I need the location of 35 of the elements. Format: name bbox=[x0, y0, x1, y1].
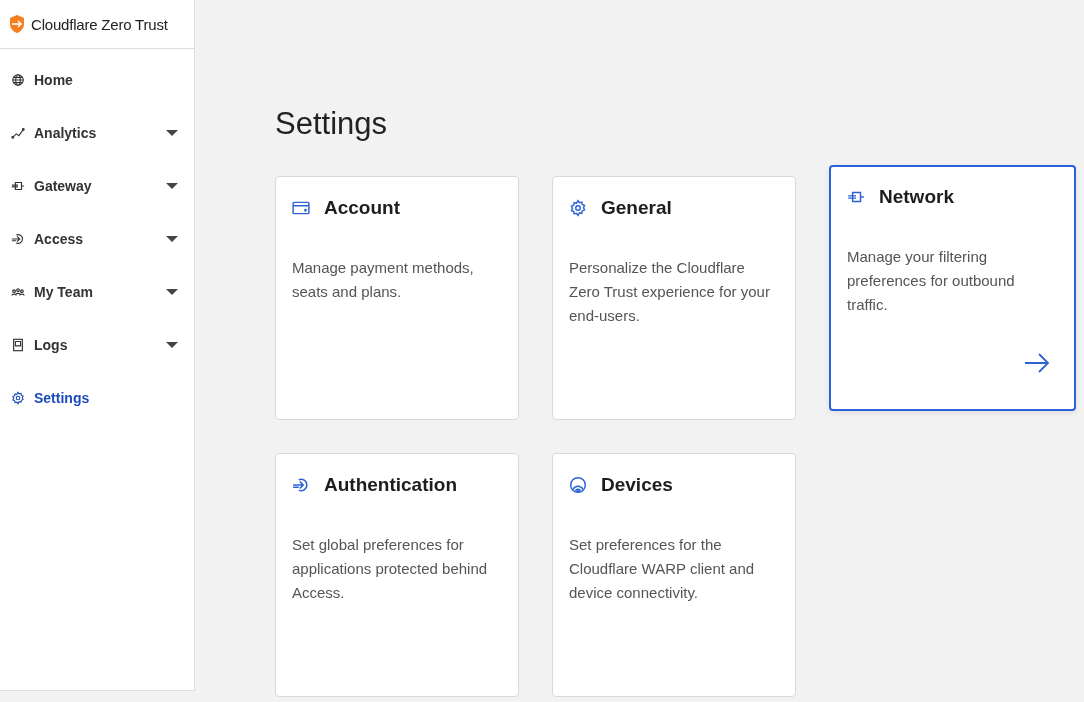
card-description: Set preferences for the Cloudflare WARP client and device connectivity. bbox=[569, 535, 756, 603]
settings-card[interactable]: Network Manage your filtering preferences for outbound traffic. bbox=[829, 165, 1076, 411]
line-chart-icon bbox=[11, 125, 25, 140]
sidebar-item[interactable]: Home bbox=[0, 53, 194, 106]
document-icon bbox=[11, 337, 25, 352]
sign-in-icon bbox=[292, 476, 310, 494]
settings-card[interactable]: General Personalize the Cloudflare Zero Trust experience for your end-users. bbox=[552, 176, 796, 420]
settings-icon bbox=[569, 199, 587, 217]
sign-in-icon bbox=[11, 231, 25, 246]
page-title: Settings bbox=[275, 106, 388, 142]
sidebar-item[interactable]: Logs bbox=[0, 318, 194, 371]
card-description: Set global preferences for applications protected behind Access. bbox=[292, 535, 489, 603]
brand-name: Cloudflare Zero Trust bbox=[31, 15, 168, 33]
card-title: Account bbox=[324, 197, 400, 219]
sidebar-item[interactable]: My Team bbox=[0, 265, 194, 318]
sidebar-item[interactable]: Settings bbox=[0, 371, 194, 424]
settings-card[interactable]: Account Manage payment methods, seats and plans. bbox=[275, 176, 519, 420]
card-title: Devices bbox=[601, 474, 673, 496]
card-description: Manage payment methods, seats and plans. bbox=[292, 258, 475, 302]
shield-logo-icon bbox=[9, 14, 25, 34]
settings-card[interactable]: Authentication Set global preferences for applications protected behind Access. bbox=[275, 453, 519, 697]
sidebar-item[interactable]: Gateway bbox=[0, 159, 194, 212]
card-description: Manage your filtering preferences for outbound traffic. bbox=[847, 247, 1016, 315]
card-description: Personalize the Cloudflare Zero Trust experience for your end-users. bbox=[569, 258, 771, 326]
sidebar-item[interactable]: Analytics bbox=[0, 106, 194, 159]
arrow-right-icon bbox=[1024, 353, 1050, 373]
credit-card-icon bbox=[292, 199, 310, 217]
card-title: General bbox=[601, 197, 672, 219]
card-title: Authentication bbox=[324, 474, 457, 496]
globe-icon bbox=[11, 72, 25, 87]
signal-rings-icon bbox=[569, 476, 587, 494]
card-title: Network bbox=[879, 186, 954, 208]
sidebar-item[interactable]: Access bbox=[0, 212, 194, 265]
settings-icon bbox=[11, 390, 25, 405]
settings-card[interactable]: Devices Set preferences for the Cloudflare WARP client and device connectivity. bbox=[552, 453, 796, 697]
